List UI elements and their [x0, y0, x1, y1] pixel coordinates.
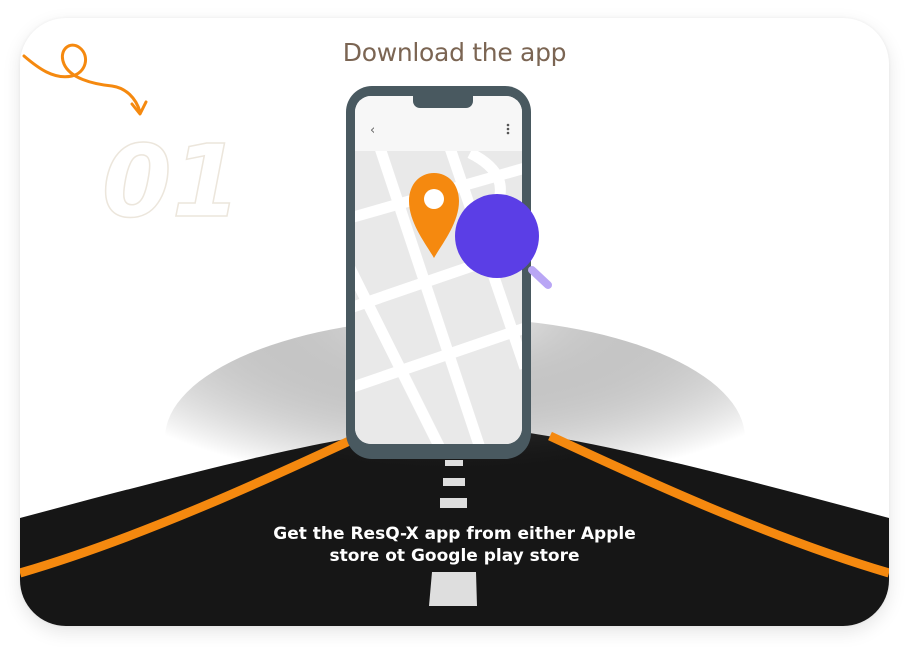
description-line-2: store ot Google play store: [329, 546, 580, 566]
step-title: Download the app: [342, 38, 567, 67]
chevron-left-icon[interactable]: ‹: [370, 123, 375, 138]
step-description: Get the ResQ-X app from either Apple sto…: [20, 523, 889, 567]
description-line-1: Get the ResQ-X app from either Apple: [273, 524, 636, 544]
step-number: 01: [102, 123, 241, 240]
step-card: 01 ‹ Download the app Get the ResQ-X app…: [20, 18, 889, 626]
more-vertical-icon[interactable]: [506, 123, 510, 135]
